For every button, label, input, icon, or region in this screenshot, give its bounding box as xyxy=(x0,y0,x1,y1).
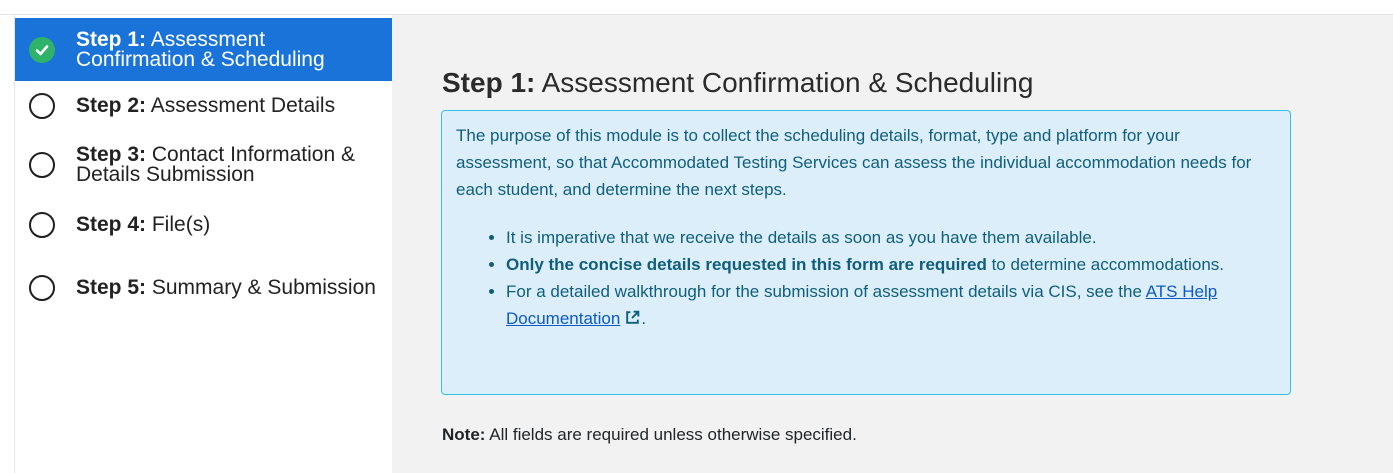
empty-circle-icon xyxy=(29,152,55,178)
list-item: For a detailed walkthrough for the submi… xyxy=(506,278,1276,334)
step-3-label: Step 3: Contact Information & Details Su… xyxy=(76,143,355,186)
info-list: It is imperative that we receive the det… xyxy=(456,224,1276,334)
empty-circle-icon xyxy=(29,93,55,119)
required-fields-note: Note: All fields are required unless oth… xyxy=(442,425,857,444)
step-4-label: Step 4: File(s) xyxy=(76,213,211,236)
step-sidebar: Step 1: Assessment Confirmation & Schedu… xyxy=(14,15,392,473)
external-link-icon xyxy=(624,307,641,334)
assessment-wizard: Step 1: Assessment Confirmation & Schedu… xyxy=(0,14,1393,473)
page-title: Step 1: Assessment Confirmation & Schedu… xyxy=(442,67,1034,98)
list-item: Only the concise details requested in th… xyxy=(506,251,1276,278)
empty-circle-icon xyxy=(29,212,55,238)
step-5-item[interactable]: Step 5: Summary & Submission xyxy=(15,251,392,325)
check-circle-icon xyxy=(29,36,55,63)
step-1-item[interactable]: Step 1: Assessment Confirmation & Schedu… xyxy=(15,18,392,81)
step-content: Step 1: Assessment Confirmation & Schedu… xyxy=(392,15,1393,473)
info-alert: The purpose of this module is to collect… xyxy=(441,110,1291,395)
list-item: It is imperative that we receive the det… xyxy=(506,224,1276,251)
step-3-item[interactable]: Step 3: Contact Information & Details Su… xyxy=(15,131,392,199)
step-2-label: Step 2: Assessment Details xyxy=(76,94,336,117)
info-paragraph: The purpose of this module is to collect… xyxy=(456,126,1252,199)
step-1-label: Step 1: Assessment Confirmation & Schedu… xyxy=(76,27,325,71)
step-2-item[interactable]: Step 2: Assessment Details xyxy=(15,81,392,131)
step-4-item[interactable]: Step 4: File(s) xyxy=(15,199,392,251)
empty-circle-icon xyxy=(29,275,55,301)
step-5-label: Step 5: Summary & Submission xyxy=(76,276,376,299)
